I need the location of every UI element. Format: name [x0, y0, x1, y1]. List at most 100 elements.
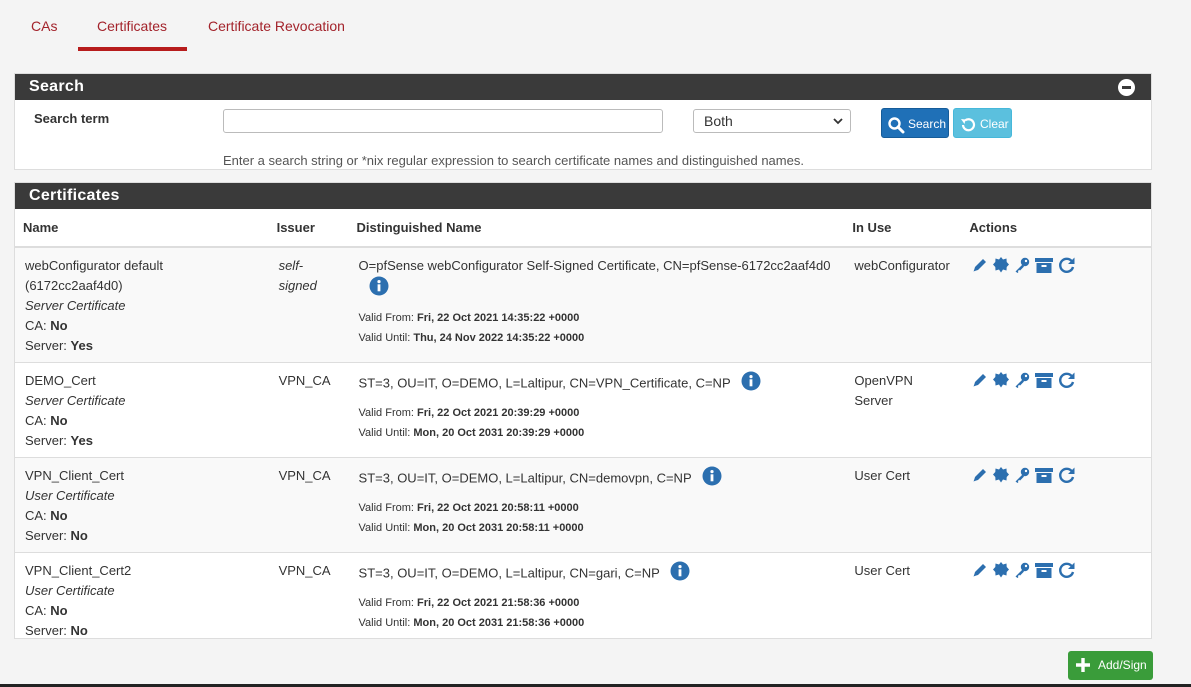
- valid-until-value: Mon, 20 Oct 2031 20:58:11 +0000: [413, 522, 584, 534]
- info-icon[interactable]: [670, 561, 690, 587]
- archive-icon[interactable]: [1034, 371, 1054, 392]
- cert-server-line: Server: No: [25, 526, 261, 546]
- cell-issuer: VPN_CA: [268, 552, 349, 647]
- certificate-icon[interactable]: [992, 561, 1010, 582]
- refresh-icon[interactable]: [1057, 256, 1077, 277]
- cert-in-use: OpenVPN Server: [854, 373, 913, 408]
- cert-valid-until: Valid Until: Mon, 20 Oct 2031 20:39:29 +…: [359, 423, 837, 443]
- tab-cas[interactable]: CAs: [31, 18, 57, 34]
- cell-actions: [961, 457, 1151, 553]
- table-row: VPN_Client_Cert2 User Certificate CA: No…: [15, 552, 1151, 647]
- add-sign-button[interactable]: Add/Sign: [1068, 651, 1153, 680]
- add-sign-button-label: Add/Sign: [1098, 658, 1147, 672]
- search-button[interactable]: Search: [881, 108, 949, 138]
- cert-ca-line: CA: No: [25, 411, 261, 431]
- info-icon[interactable]: [369, 276, 389, 302]
- cert-ca-line: CA: No: [25, 506, 261, 526]
- pencil-icon[interactable]: [971, 561, 989, 582]
- archive-icon[interactable]: [1034, 561, 1054, 582]
- search-panel: Search Search term Both Search Clear Ent…: [14, 73, 1152, 170]
- cert-valid-until: Valid Until: Mon, 20 Oct 2031 20:58:11 +…: [359, 518, 837, 538]
- pencil-icon[interactable]: [971, 256, 989, 277]
- certificate-icon[interactable]: [992, 256, 1010, 277]
- cert-server-label: Server:: [25, 338, 67, 353]
- clear-button[interactable]: Clear: [953, 108, 1012, 138]
- cell-in-use: User Cert: [844, 552, 962, 647]
- certificates-panel: Certificates Name Issuer Distinguished N…: [14, 182, 1152, 647]
- cert-ca-label: CA:: [25, 508, 47, 523]
- pencil-icon[interactable]: [971, 371, 989, 392]
- cert-ca-line: CA: No: [25, 601, 261, 621]
- cert-dn: O=pfSense webConfigurator Self-Signed Ce…: [359, 256, 837, 302]
- search-panel-header: Search: [15, 74, 1151, 100]
- search-button-label: Search: [908, 117, 947, 131]
- search-help-text: Enter a search string or *nix regular ex…: [223, 153, 804, 168]
- archive-icon[interactable]: [1034, 466, 1054, 487]
- cert-server-label: Server:: [25, 528, 67, 543]
- cell-name: VPN_Client_Cert User Certificate CA: No …: [15, 457, 269, 553]
- tab-certificates[interactable]: Certificates: [97, 18, 167, 34]
- valid-from-value: Fri, 22 Oct 2021 20:39:29 +0000: [417, 407, 580, 419]
- cert-type: User Certificate: [25, 488, 115, 503]
- search-scope-value: Both: [704, 113, 733, 129]
- cell-in-use: OpenVPN Server: [844, 362, 962, 458]
- key-icon[interactable]: [1013, 256, 1031, 277]
- cert-type: User Certificate: [25, 583, 115, 598]
- search-scope-select[interactable]: Both: [693, 109, 851, 133]
- cell-issuer: VPN_CA: [268, 362, 349, 458]
- valid-from-label: Valid From:: [358, 407, 414, 419]
- cert-in-use: webConfigurator: [854, 258, 950, 273]
- column-header-distinguished-name: Distinguished Name: [348, 209, 845, 248]
- refresh-icon[interactable]: [1057, 466, 1077, 487]
- cell-name: VPN_Client_Cert2 User Certificate CA: No…: [15, 552, 269, 647]
- refresh-icon[interactable]: [1057, 561, 1077, 582]
- cell-actions: [961, 552, 1151, 647]
- active-tab-indicator: [78, 47, 187, 51]
- certificate-icon[interactable]: [992, 466, 1010, 487]
- archive-icon[interactable]: [1034, 256, 1054, 277]
- cert-valid-from: Valid From: Fri, 22 Oct 2021 20:58:11 +0…: [359, 498, 837, 518]
- valid-from-value: Fri, 22 Oct 2021 20:58:11 +0000: [417, 502, 579, 514]
- search-panel-title: Search: [29, 78, 85, 95]
- table-row: webConfigurator default (6172cc2aaf4d0) …: [15, 246, 1151, 363]
- search-input[interactable]: [223, 109, 663, 133]
- tab-certificate-revocation[interactable]: Certificate Revocation: [208, 18, 345, 34]
- cert-dn: ST=3, OU=IT, O=DEMO, L=Laltipur, CN=VPN_…: [359, 371, 837, 397]
- key-icon[interactable]: [1013, 371, 1031, 392]
- cert-issuer: self-signed: [278, 258, 317, 293]
- cert-server-value: Yes: [70, 338, 93, 353]
- valid-until-label: Valid Until:: [358, 332, 411, 344]
- key-icon[interactable]: [1013, 561, 1031, 582]
- cell-issuer: self-signed: [268, 246, 349, 363]
- table-row: VPN_Client_Cert User Certificate CA: No …: [15, 457, 1151, 553]
- info-icon[interactable]: [741, 371, 761, 397]
- valid-until-label: Valid Until:: [358, 617, 411, 629]
- cert-ca-label: CA:: [25, 318, 47, 333]
- collapse-icon[interactable]: [1118, 79, 1135, 96]
- cell-in-use: User Cert: [844, 457, 962, 553]
- cert-type: Server Certificate: [25, 393, 126, 408]
- cert-valid-until: Valid Until: Mon, 20 Oct 2031 21:58:36 +…: [359, 613, 837, 633]
- column-header-in-use: In Use: [844, 209, 962, 248]
- cert-name: webConfigurator default (6172cc2aaf4d0): [25, 258, 164, 293]
- cell-in-use: webConfigurator: [844, 246, 962, 363]
- cert-name: VPN_Client_Cert: [25, 468, 124, 483]
- cell-distinguished-name: ST=3, OU=IT, O=DEMO, L=Laltipur, CN=VPN_…: [348, 362, 845, 458]
- key-icon[interactable]: [1013, 466, 1031, 487]
- cert-server-line: Server: Yes: [25, 336, 261, 356]
- info-icon[interactable]: [702, 466, 722, 492]
- cert-server-line: Server: No: [25, 621, 261, 641]
- certificates-panel-header: Certificates: [15, 183, 1151, 209]
- chevron-down-icon: [832, 112, 844, 137]
- column-header-issuer: Issuer: [268, 209, 349, 248]
- valid-until-label: Valid Until:: [358, 427, 411, 439]
- certificates-panel-title: Certificates: [29, 187, 120, 204]
- refresh-icon[interactable]: [1057, 371, 1077, 392]
- tab-bar: CAs Certificates Certificate Revocation: [0, 0, 1191, 52]
- certificate-icon[interactable]: [992, 371, 1010, 392]
- search-icon: [887, 115, 905, 145]
- cert-ca-label: CA:: [25, 603, 47, 618]
- cert-server-line: Server: Yes: [25, 431, 261, 451]
- cell-name: webConfigurator default (6172cc2aaf4d0) …: [15, 246, 269, 363]
- pencil-icon[interactable]: [971, 466, 989, 487]
